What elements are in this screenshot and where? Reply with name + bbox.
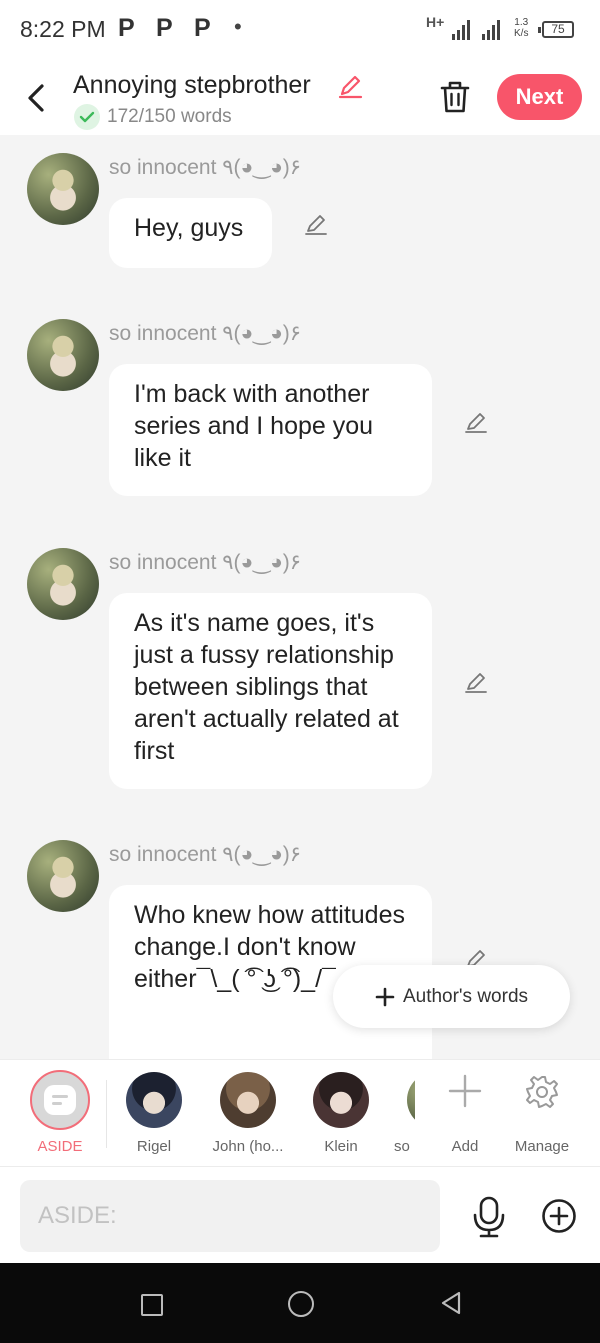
status-bar: 8:22 PM P P P • H+ 1.3 K/s 75 [0, 0, 600, 60]
word-count: 172/150 words [107, 106, 232, 127]
character-name: so i [394, 1138, 415, 1155]
avatar[interactable] [27, 319, 99, 391]
message-author: so innocent ٩(◕‿◕)۶ [109, 156, 302, 179]
add-circle-icon[interactable] [541, 1198, 577, 1234]
plus-icon [375, 987, 395, 1006]
aside-character[interactable] [30, 1070, 90, 1130]
character-avatar-partial[interactable] [407, 1072, 415, 1128]
notification-dot-icon: • [234, 14, 242, 39]
character-avatar-john[interactable] [220, 1072, 276, 1128]
character-bar: ASIDE Rigel John (ho... Klein so i Add M… [0, 1059, 600, 1167]
trash-icon[interactable] [438, 78, 472, 116]
network-type: H+ [426, 14, 445, 30]
home-icon[interactable] [288, 1291, 314, 1317]
p-app-icon: P [156, 14, 173, 42]
character-avatar-klein[interactable] [313, 1072, 369, 1128]
chat-bubble-icon [44, 1085, 76, 1115]
signal-icon [482, 18, 500, 40]
character-name: Klein [324, 1138, 358, 1155]
add-label[interactable]: Add [440, 1138, 490, 1155]
edit-message-icon[interactable] [463, 409, 489, 435]
p-app-icon: P [118, 14, 135, 42]
battery-icon: 75 [538, 21, 574, 38]
avatar[interactable] [27, 153, 99, 225]
gear-icon[interactable] [524, 1074, 560, 1110]
edit-title-icon[interactable] [336, 72, 364, 100]
p-app-icon: P [194, 14, 211, 42]
microphone-icon[interactable] [470, 1195, 508, 1239]
authors-words-label: Author's words [402, 985, 529, 1007]
message-author: so innocent ٩(◕‿◕)۶ [109, 843, 302, 866]
edit-message-icon[interactable] [303, 211, 329, 237]
check-icon [74, 104, 100, 130]
aside-label: ASIDE [37, 1138, 83, 1155]
character-name: Rigel [136, 1138, 172, 1155]
next-button[interactable]: Next [497, 74, 582, 120]
status-time: 8:22 PM [20, 16, 106, 42]
header: Annoying stepbrother 172/150 words Next [0, 60, 600, 135]
message-author: so innocent ٩(◕‿◕)۶ [109, 551, 302, 574]
edit-message-icon[interactable] [463, 669, 489, 695]
system-nav-bar [0, 1263, 600, 1343]
aside-input[interactable] [20, 1180, 440, 1252]
back-arrow-icon[interactable] [22, 78, 52, 118]
avatar[interactable] [27, 840, 99, 912]
page-title: Annoying stepbrother [73, 71, 311, 99]
avatar [407, 1072, 415, 1128]
recent-apps-icon[interactable] [141, 1294, 163, 1316]
net-speed: 1.3 K/s [514, 17, 529, 39]
signal-icon [452, 18, 470, 40]
avatar[interactable] [27, 548, 99, 620]
input-row [0, 1166, 600, 1264]
system-back-icon[interactable] [439, 1290, 463, 1316]
message-bubble[interactable]: As it's name goes, it's just a fussy rel… [109, 593, 432, 789]
manage-label[interactable]: Manage [510, 1138, 574, 1155]
add-character-icon[interactable] [448, 1074, 482, 1108]
message-author: so innocent ٩(◕‿◕)۶ [109, 322, 302, 345]
message-bubble[interactable]: Hey, guys [109, 198, 272, 268]
character-avatar-rigel[interactable] [126, 1072, 182, 1128]
message-bubble[interactable]: I'm back with another series and I hope … [109, 364, 432, 496]
authors-words-button[interactable]: Author's words [333, 965, 570, 1028]
character-name: John (ho... [212, 1138, 284, 1155]
divider [106, 1080, 107, 1148]
